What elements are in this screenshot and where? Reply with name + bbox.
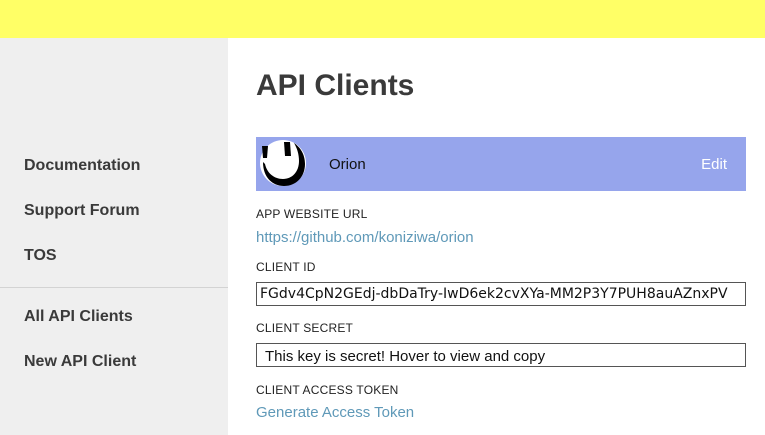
client-header-bar: Orion Edit — [256, 137, 746, 191]
sidebar-item-tos[interactable]: TOS — [24, 247, 57, 265]
smiling-face-logo-icon — [260, 140, 306, 186]
client-secret-field[interactable]: This key is secret! Hover to view and co… — [256, 343, 746, 367]
app-website-url-link[interactable]: https://github.com/koniziwa/orion — [256, 229, 474, 246]
sidebar-item-documentation[interactable]: Documentation — [24, 157, 140, 175]
client-secret-label: CLIENT SECRET — [256, 321, 354, 335]
page-title: API Clients — [256, 69, 415, 102]
edit-client-button[interactable]: Edit — [701, 156, 727, 173]
sidebar-item-support-forum[interactable]: Support Forum — [24, 202, 140, 220]
client-id-label: CLIENT ID — [256, 260, 316, 274]
generate-access-token-link[interactable]: Generate Access Token — [256, 404, 414, 421]
client-access-token-label: CLIENT ACCESS TOKEN — [256, 383, 399, 397]
top-banner — [0, 0, 765, 38]
sidebar-divider — [0, 287, 228, 288]
client-id-field[interactable]: FGdv4CpN2GEdj-dbDaTry-IwD6ek2cvXYa-MM2P3… — [256, 282, 746, 306]
app-website-url-label: APP WEBSITE URL — [256, 207, 368, 221]
client-name: Orion — [329, 156, 366, 173]
main-content: API Clients Orion Edit APP WEBSITE URL h… — [228, 38, 765, 435]
sidebar: Documentation Support Forum TOS All API … — [0, 38, 228, 435]
sidebar-item-all-api-clients[interactable]: All API Clients — [24, 308, 133, 326]
sidebar-item-new-api-client[interactable]: New API Client — [24, 353, 136, 371]
